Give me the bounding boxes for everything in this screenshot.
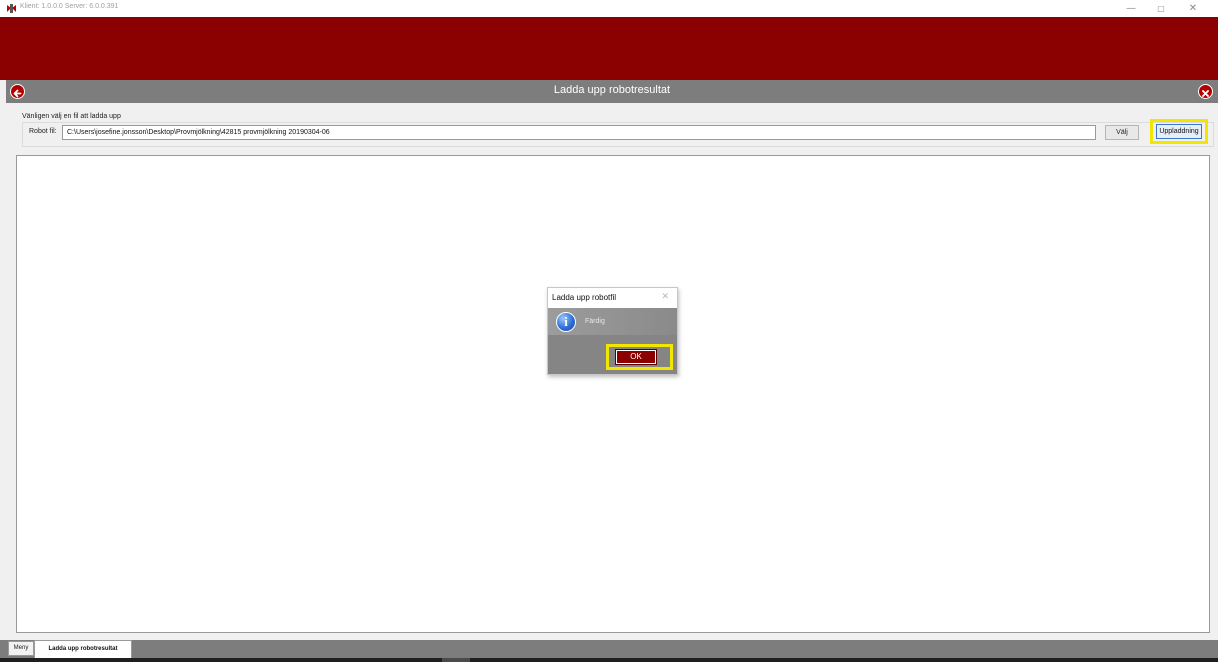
page-close-button[interactable] — [1198, 84, 1213, 99]
maximize-button[interactable]: ▢ — [1148, 1, 1174, 16]
close-circle-icon — [1202, 90, 1209, 97]
robot-file-row: Robot fil: C:\Users\josefine.jonsson\Des… — [22, 119, 1214, 147]
tab-ladda-upp-robotresultat[interactable]: Ladda upp robotresultat — [34, 640, 132, 658]
upload-complete-dialog: Ladda upp robotfil ✕ i Färdig OK — [547, 287, 678, 375]
os-taskbar — [0, 658, 1218, 662]
dialog-footer: OK — [548, 335, 677, 374]
dialog-body: i Färdig — [548, 308, 677, 335]
taskbar-item[interactable] — [442, 658, 470, 662]
app-window: Klient: 1.0.0.0 Server: 6.0.0.391 — ▢ ✕ … — [0, 0, 1218, 662]
brand-banner — [0, 17, 1218, 80]
robot-file-input[interactable]: C:\Users\josefine.jonsson\Desktop\Provmj… — [62, 125, 1096, 140]
page-header: Ladda upp robotresultat — [6, 80, 1218, 103]
minimize-button[interactable]: — — [1118, 1, 1144, 16]
results-panel — [16, 155, 1210, 633]
upload-form: Vänligen välj en fil att ladda upp Robot… — [6, 103, 1218, 153]
tab-meny[interactable]: Meny — [8, 641, 34, 656]
choose-file-button[interactable]: Välj — [1105, 125, 1139, 140]
dialog-message: Färdig — [585, 318, 605, 325]
dialog-titlebar: Ladda upp robotfil ✕ — [548, 288, 677, 308]
app-logo-icon — [6, 3, 17, 14]
dialog-title: Ladda upp robotfil — [552, 293, 617, 302]
window-titlebar: Klient: 1.0.0.0 Server: 6.0.0.391 — ▢ ✕ — [0, 0, 1218, 17]
window-close-button[interactable]: ✕ — [1180, 1, 1206, 16]
robot-file-label: Robot fil: — [29, 128, 57, 135]
bottom-tabbar: Meny Ladda upp robotresultat — [0, 640, 1218, 658]
form-prompt: Vänligen välj en fil att ladda upp — [22, 113, 121, 120]
upload-button[interactable]: Uppladdning — [1156, 124, 1202, 139]
ok-button-highlight: OK — [606, 344, 673, 370]
upload-button-highlight: Uppladdning — [1150, 119, 1208, 144]
info-icon: i — [556, 312, 576, 332]
dialog-close-button[interactable]: ✕ — [661, 292, 669, 302]
ok-button[interactable]: OK — [615, 349, 657, 365]
page-title: Ladda upp robotresultat — [553, 84, 671, 96]
window-title: Klient: 1.0.0.0 Server: 6.0.0.391 — [20, 3, 119, 10]
